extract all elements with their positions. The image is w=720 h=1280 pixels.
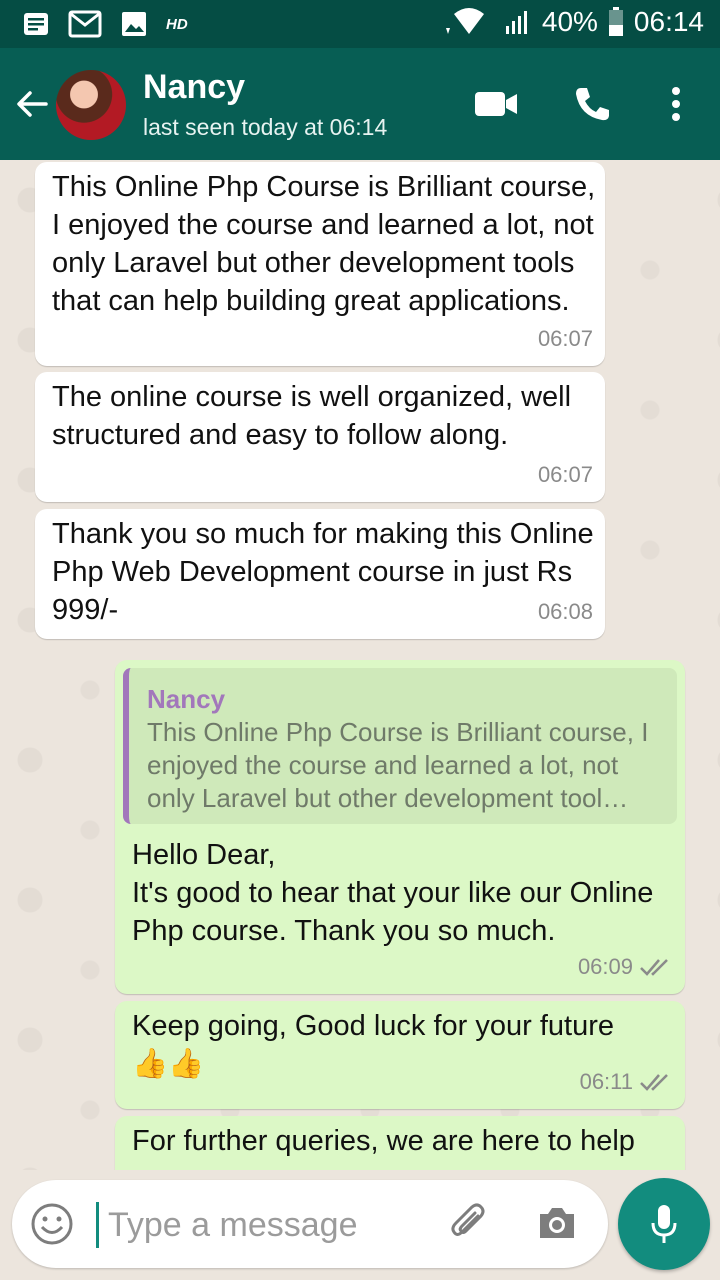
- message-text: The online course is well organized, wel…: [52, 381, 580, 451]
- battery-percent: 40%: [541, 6, 598, 37]
- message-time: 06:07: [537, 462, 593, 487]
- battery-icon: [608, 7, 624, 37]
- double-check-icon: [639, 1072, 673, 1092]
- mic-icon: [649, 1203, 679, 1245]
- outgoing-message[interactable]: Keep going, Good luck for your future 👍👍…: [115, 1001, 685, 1109]
- message-text: For further queries, we are here to help: [132, 1125, 635, 1157]
- avatar[interactable]: [56, 70, 126, 140]
- quoted-text: This Online Php Course is Brilliant cour…: [147, 717, 649, 813]
- message-text: Hello Dear, It's good to hear that your …: [132, 839, 654, 947]
- signal-icon: [504, 8, 532, 36]
- double-check-icon: [639, 957, 673, 977]
- contact-name[interactable]: Nancy: [143, 68, 245, 107]
- message-time: 06:11: [579, 1069, 633, 1094]
- message-input[interactable]: Type a message: [12, 1180, 608, 1268]
- message-list[interactable]: This Online Php Course is Brilliant cour…: [0, 160, 720, 1170]
- message-text: This Online Php Course is Brilliant cour…: [52, 171, 612, 317]
- attach-icon[interactable]: [448, 1202, 492, 1246]
- status-bar: HD 40% 06:14: [0, 0, 720, 48]
- message-time: 06:08: [537, 599, 593, 624]
- last-seen-status: last seen today at 06:14: [143, 114, 388, 140]
- composer-bar: Type a message: [0, 1170, 720, 1280]
- outgoing-message[interactable]: For further queries, we are here to help: [115, 1116, 685, 1170]
- incoming-message[interactable]: This Online Php Course is Brilliant cour…: [35, 162, 605, 366]
- chat-header: Nancy last seen today at 06:14: [0, 48, 720, 160]
- incoming-message[interactable]: Thank you so much for making this Online…: [35, 509, 605, 639]
- message-time: 06:09: [577, 954, 633, 979]
- image-icon: [120, 10, 148, 38]
- gmail-icon: [68, 10, 102, 38]
- quoted-author: Nancy: [147, 684, 226, 714]
- message-time: 06:07: [537, 326, 593, 351]
- text-caret: [96, 1202, 99, 1248]
- message-text: Thank you so much for making this Online…: [52, 518, 602, 626]
- video-call-icon[interactable]: [472, 80, 520, 128]
- clock: 06:14: [633, 6, 704, 37]
- outgoing-message[interactable]: Nancy This Online Php Course is Brillian…: [115, 660, 685, 994]
- incoming-message[interactable]: The online course is well organized, wel…: [35, 372, 605, 502]
- hd-indicator: HD: [166, 15, 188, 33]
- mic-button[interactable]: [618, 1178, 710, 1270]
- more-vert-icon[interactable]: [652, 80, 700, 128]
- emoji-icon[interactable]: [30, 1202, 74, 1246]
- message-placeholder[interactable]: Type a message: [108, 1202, 357, 1248]
- phone-icon[interactable]: [568, 80, 616, 128]
- notes-icon: [22, 11, 50, 37]
- back-arrow-icon[interactable]: [14, 86, 50, 122]
- quoted-reply[interactable]: Nancy This Online Php Course is Brillian…: [123, 668, 677, 824]
- wifi-icon: [444, 6, 494, 38]
- camera-icon[interactable]: [536, 1204, 578, 1242]
